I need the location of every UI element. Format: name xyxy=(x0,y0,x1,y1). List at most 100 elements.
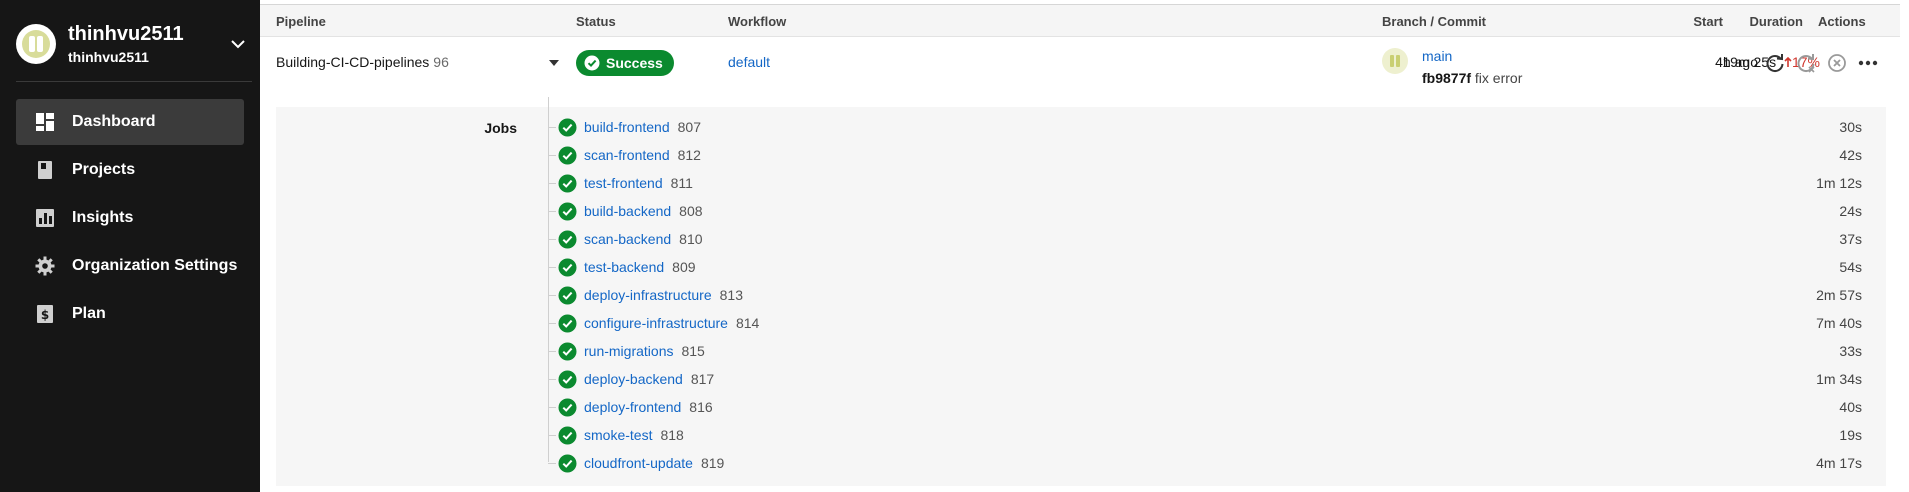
projects-icon xyxy=(34,159,56,181)
rerun-failed-icon[interactable] xyxy=(1794,51,1818,75)
job-name: run-migrations xyxy=(584,343,674,359)
org-avatar xyxy=(16,24,56,64)
job-name-link[interactable]: test-frontend 811 xyxy=(584,175,693,191)
sidebar: thinhvu2511 thinhvu2511 Dashboard Projec… xyxy=(0,0,260,492)
commit-author-avatar xyxy=(1382,48,1408,74)
job-name-link[interactable]: build-frontend 807 xyxy=(584,119,701,135)
job-name: deploy-infrastructure xyxy=(584,287,712,303)
tree-branch xyxy=(548,407,556,408)
dollar-icon: $ xyxy=(34,303,56,325)
workflow-link[interactable]: default xyxy=(728,54,770,70)
job-name-link[interactable]: deploy-backend 817 xyxy=(584,371,714,387)
status-badge[interactable]: Success xyxy=(576,50,674,76)
rerun-icon[interactable] xyxy=(1763,51,1787,75)
header-duration: Duration xyxy=(1749,14,1803,29)
job-name-link[interactable]: smoke-test 818 xyxy=(584,427,684,443)
sidebar-item-label: Plan xyxy=(72,305,106,322)
job-row[interactable]: deploy-frontend 816 40s xyxy=(548,396,1868,419)
job-row[interactable]: build-backend 808 24s xyxy=(548,200,1868,223)
org-switcher[interactable]: thinhvu2511 thinhvu2511 xyxy=(16,18,248,70)
success-check-icon xyxy=(558,174,577,193)
sidebar-item-label: Organization Settings xyxy=(72,257,238,274)
branch-link[interactable]: main xyxy=(1422,48,1452,64)
success-check-icon xyxy=(558,398,577,417)
sidebar-item-organization-settings[interactable]: Organization Settings xyxy=(16,243,244,289)
jobs-label: Jobs xyxy=(484,120,517,136)
job-row[interactable]: cloudfront-update 819 4m 17s xyxy=(548,452,1868,475)
job-name: test-backend xyxy=(584,259,665,275)
job-number: 814 xyxy=(735,315,760,331)
job-name-link[interactable]: run-migrations 815 xyxy=(584,343,705,359)
job-duration: 33s xyxy=(1839,343,1862,359)
success-check-icon xyxy=(558,342,577,361)
insights-icon xyxy=(34,207,56,229)
job-row[interactable]: scan-frontend 812 42s xyxy=(548,144,1868,167)
job-name: build-backend xyxy=(584,203,672,219)
job-row[interactable]: test-frontend 811 1m 12s xyxy=(548,172,1868,195)
success-check-icon xyxy=(558,118,577,137)
job-name: deploy-frontend xyxy=(584,399,682,415)
job-number: 817 xyxy=(690,371,715,387)
tree-branch xyxy=(548,183,556,184)
jobs-panel: Jobs build-frontend 807 30s scan-frontend 81… xyxy=(276,97,1886,486)
job-name-link[interactable]: cloudfront-update 819 xyxy=(584,455,724,471)
commit-info[interactable]: fb9877f fix error xyxy=(1422,70,1522,86)
success-check-icon xyxy=(558,202,577,221)
job-name-link[interactable]: deploy-frontend 816 xyxy=(584,399,713,415)
job-name-link[interactable]: deploy-infrastructure 813 xyxy=(584,287,743,303)
job-name: configure-infrastructure xyxy=(584,315,728,331)
job-name: build-frontend xyxy=(584,119,670,135)
job-number: 816 xyxy=(689,399,713,415)
job-name-link[interactable]: scan-backend 810 xyxy=(584,231,703,247)
job-duration: 24s xyxy=(1839,203,1862,219)
pipeline-name[interactable]: Building-CI-CD-pipelines 96 xyxy=(276,54,449,70)
job-row[interactable]: smoke-test 818 19s xyxy=(548,424,1868,447)
job-name-link[interactable]: test-backend 809 xyxy=(584,259,696,275)
sidebar-item-plan[interactable]: $ Plan xyxy=(16,291,244,337)
job-row[interactable]: deploy-backend 817 1m 34s xyxy=(548,368,1868,391)
sidebar-item-insights[interactable]: Insights xyxy=(16,195,244,241)
tree-branch xyxy=(548,211,556,212)
sidebar-item-label: Projects xyxy=(72,161,136,178)
caret-down-icon[interactable] xyxy=(549,60,559,66)
sidebar-nav: Dashboard Projects Insights Organization… xyxy=(16,99,244,339)
pipeline-number: 96 xyxy=(433,54,449,70)
tree-branch xyxy=(548,463,556,464)
job-number: 815 xyxy=(681,343,705,359)
success-check-icon xyxy=(558,426,577,445)
sidebar-item-label: Dashboard xyxy=(72,113,156,130)
cancel-icon[interactable] xyxy=(1825,51,1849,75)
status-label: Success xyxy=(606,55,663,71)
pipeline-name-label: Building-CI-CD-pipelines xyxy=(276,54,430,70)
job-name: scan-frontend xyxy=(584,147,670,163)
job-row[interactable]: configure-infrastructure 814 7m 40s xyxy=(548,312,1868,335)
job-row[interactable]: deploy-infrastructure 813 2m 57s xyxy=(548,284,1868,307)
tree-branch xyxy=(548,155,556,156)
job-row[interactable]: build-frontend 807 30s xyxy=(548,116,1868,139)
job-name: scan-backend xyxy=(584,231,672,247)
sidebar-item-dashboard[interactable]: Dashboard xyxy=(16,99,244,145)
header-pipeline: Pipeline xyxy=(276,14,326,29)
actions-group xyxy=(1763,51,1889,75)
main-content: Pipeline Status Workflow Branch / Commit… xyxy=(260,0,1900,492)
job-duration: 1m 12s xyxy=(1816,175,1862,191)
check-circle-icon xyxy=(584,55,600,71)
job-name-link[interactable]: scan-frontend 812 xyxy=(584,147,701,163)
job-number: 811 xyxy=(670,175,693,191)
more-options-icon[interactable] xyxy=(1856,51,1880,75)
sidebar-item-projects[interactable]: Projects xyxy=(16,147,244,193)
chevron-down-icon[interactable] xyxy=(228,34,248,54)
job-duration: 19s xyxy=(1839,427,1862,443)
tree-branch xyxy=(548,239,556,240)
job-name-link[interactable]: configure-infrastructure 814 xyxy=(584,315,759,331)
tree-branch xyxy=(548,127,556,128)
job-row[interactable]: test-backend 809 54s xyxy=(548,256,1868,279)
job-number: 819 xyxy=(700,455,725,471)
job-row[interactable]: scan-backend 810 37s xyxy=(548,228,1868,251)
gear-icon xyxy=(34,255,56,277)
org-username: thinhvu2511 xyxy=(68,49,149,65)
job-row[interactable]: run-migrations 815 33s xyxy=(548,340,1868,363)
job-name-link[interactable]: build-backend 808 xyxy=(584,203,703,219)
pipeline-row[interactable]: Building-CI-CD-pipelines 96 Success defau… xyxy=(260,37,1900,93)
job-duration: 2m 57s xyxy=(1816,287,1862,303)
